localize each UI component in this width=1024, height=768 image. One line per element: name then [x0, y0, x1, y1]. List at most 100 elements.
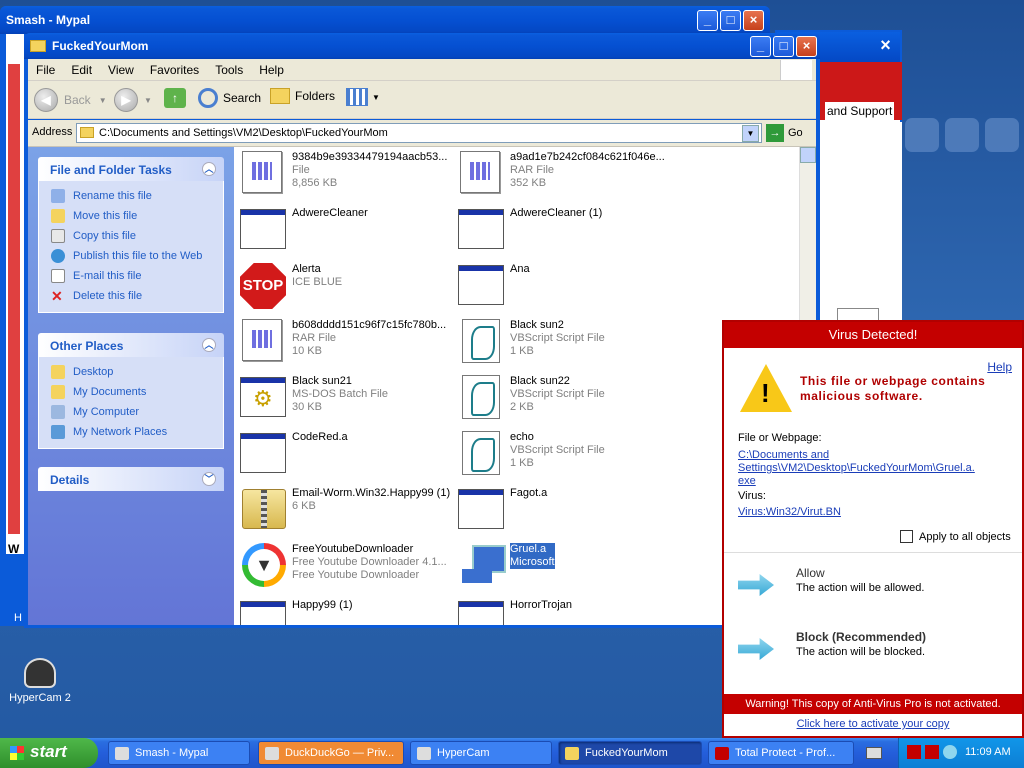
start-button[interactable]: start — [0, 738, 98, 768]
expand-icon[interactable]: ﹀ — [202, 472, 216, 486]
file-size: 30 KB — [292, 401, 322, 413]
file-item[interactable]: Happy99 (1) — [238, 597, 458, 625]
explorer-window[interactable]: FuckedYourMom _ □ × File Edit View Favor… — [24, 33, 820, 628]
activation-warning: Warning! This copy of Anti-Virus Pro is … — [724, 694, 1022, 714]
keyboard-icon[interactable] — [866, 747, 882, 759]
virus-name-link[interactable]: Virus:Win32/Virut.BN — [738, 506, 978, 519]
address-dropdown-icon[interactable]: ▼ — [742, 125, 759, 142]
file-item[interactable]: Black sun2 VBScript Script File 1 KB — [456, 317, 676, 367]
file-item[interactable]: b608dddd151c96f7c15fc780b... RAR File 10 K… — [238, 317, 458, 367]
file-type: VBScript Script File — [510, 388, 605, 400]
task-duckduckgo[interactable]: DuckDuckGo — Priv... — [258, 741, 404, 765]
menu-view[interactable]: View — [100, 63, 142, 77]
move-file-link[interactable]: Move this file — [51, 206, 223, 226]
back-button[interactable]: ◀ Back ▼ — [34, 88, 107, 112]
file-name: a9ad1e7b242cf084c621f046e... — [510, 151, 665, 163]
menu-edit[interactable]: Edit — [63, 63, 100, 77]
file-name: Black sun21 — [292, 375, 352, 387]
file-item[interactable]: Gruel.a Microsoft — [456, 541, 676, 591]
explorer-minimize-button[interactable]: _ — [750, 36, 771, 57]
other-places-header[interactable]: Other Places ︿ — [38, 333, 224, 357]
file-folder-tasks-header[interactable]: File and Folder Tasks ︿ — [38, 157, 224, 181]
delete-file-link[interactable]: ✕ Delete this file — [51, 286, 223, 306]
up-folder-button[interactable]: ↑ — [164, 88, 186, 108]
zip-folder-icon — [238, 485, 286, 531]
folders-button[interactable]: Folders — [270, 88, 335, 104]
back-dropdown-icon[interactable]: ▼ — [99, 96, 107, 105]
forward-button[interactable]: ▶ ▼ — [114, 88, 152, 112]
copy-file-link[interactable]: Copy this file — [51, 226, 223, 246]
smash-titlebar[interactable]: Smash - Mypal — [0, 6, 770, 34]
views-dropdown-icon[interactable]: ▼ — [372, 93, 380, 102]
support-link[interactable]: and Support — [825, 102, 895, 120]
views-button[interactable]: ▼ — [346, 88, 380, 106]
menu-help[interactable]: Help — [251, 63, 292, 77]
mypal-icon — [115, 747, 129, 760]
explorer-titlebar[interactable]: FuckedYourMom — [24, 33, 820, 59]
delete-x-icon: ✕ — [51, 288, 63, 304]
file-name: Gruel.a — [510, 543, 555, 556]
file-item[interactable]: a9ad1e7b242cf084c621f046e... RAR File 352 … — [456, 149, 676, 199]
menu-tools[interactable]: Tools — [207, 63, 251, 77]
file-type: MS-DOS Batch File — [292, 388, 388, 400]
file-item[interactable]: Ana — [456, 261, 676, 311]
go-button[interactable]: → Go — [766, 124, 803, 142]
hypercam-desktop-icon[interactable]: HyperCam 2 — [8, 658, 72, 704]
search-button[interactable]: Search — [198, 88, 261, 108]
file-item[interactable]: CodeRed.a — [238, 429, 458, 479]
file-item[interactable]: Black sun21MS-DOS Batch File30 KB — [238, 373, 458, 423]
task-hypercam[interactable]: HyperCam — [410, 741, 552, 765]
rename-file-link[interactable]: Rename this file — [51, 186, 223, 206]
explorer-close-button[interactable]: × — [796, 36, 817, 57]
checkbox-box[interactable] — [900, 530, 913, 543]
menu-file[interactable]: File — [28, 63, 63, 77]
file-item[interactable]: 9384b9e39334479194aacb53... File 8,856 KB — [238, 149, 458, 199]
total-protect-close-button[interactable]: × — [875, 36, 896, 57]
file-item[interactable]: echo VBScript Script File 1 KB — [456, 429, 676, 479]
my-network-places-link[interactable]: My Network Places — [51, 422, 223, 442]
block-arrow-icon — [738, 638, 774, 660]
help-link[interactable]: Help — [987, 360, 1012, 374]
allow-description: The action will be allowed. — [796, 582, 925, 594]
email-file-link[interactable]: E-mail this file — [51, 266, 223, 286]
file-item[interactable]: HorrorTrojan — [456, 597, 676, 625]
collapse-icon[interactable]: ︿ — [202, 162, 216, 176]
clock[interactable]: 11:09 AM — [965, 746, 1011, 758]
file-item[interactable]: STOP Alerta ICE BLUE — [238, 261, 458, 311]
separator — [724, 552, 1022, 553]
activate-link[interactable]: Click here to activate your copy — [724, 718, 1022, 730]
smash-maximize-button[interactable]: □ — [720, 10, 741, 31]
task-total-protect[interactable]: Total Protect - Prof... — [708, 741, 854, 765]
publish-web-link[interactable]: Publish this file to the Web — [51, 246, 223, 266]
menu-favorites[interactable]: Favorites — [142, 63, 207, 77]
apply-all-checkbox[interactable]: Apply to all objects — [900, 530, 1011, 543]
file-name: Black sun22 — [510, 375, 570, 387]
scroll-up-icon[interactable] — [800, 147, 816, 163]
smash-close-button[interactable]: × — [743, 10, 764, 31]
my-computer-link[interactable]: My Computer — [51, 402, 223, 422]
explorer-maximize-button[interactable]: □ — [773, 36, 794, 57]
details-header[interactable]: Details ﹀ — [38, 467, 224, 491]
collapse-icon[interactable]: ︿ — [202, 338, 216, 352]
file-type: 6 KB — [292, 500, 316, 512]
task-explorer[interactable]: FuckedYourMom — [558, 741, 702, 765]
forward-dropdown-icon[interactable]: ▼ — [144, 96, 152, 105]
file-item[interactable]: Fagot.a — [456, 485, 676, 535]
tray-network-icon[interactable] — [943, 745, 957, 759]
file-path-link[interactable]: C:\Documents and Settings\VM2\Desktop\Fu… — [738, 449, 978, 488]
tray-antivirus-icon[interactable] — [907, 745, 921, 759]
file-item[interactable]: Email-Worm.Win32.Happy99 (1) 6 KB — [238, 485, 458, 535]
file-item[interactable]: AdwereCleaner — [238, 205, 458, 255]
task-smash[interactable]: Smash - Mypal — [108, 741, 250, 765]
address-bar: Address C:\Documents and Settings\VM2\De… — [28, 120, 816, 147]
desktop-link[interactable]: Desktop — [51, 362, 223, 382]
virus-detected-dialog[interactable]: Virus Detected! Help ! This file or webp… — [722, 320, 1024, 738]
file-item[interactable]: Black sun22 VBScript Script File 2 KB — [456, 373, 676, 423]
my-documents-link[interactable]: My Documents — [51, 382, 223, 402]
file-item[interactable]: FreeYoutubeDownloaderFree Youtube Downlo… — [238, 541, 458, 591]
file-item[interactable]: AdwereCleaner (1) — [456, 205, 676, 255]
application-icon — [238, 205, 286, 251]
tray-antivirus2-icon[interactable] — [925, 745, 939, 759]
smash-minimize-button[interactable]: _ — [697, 10, 718, 31]
address-input[interactable]: C:\Documents and Settings\VM2\Desktop\Fu… — [76, 123, 762, 143]
